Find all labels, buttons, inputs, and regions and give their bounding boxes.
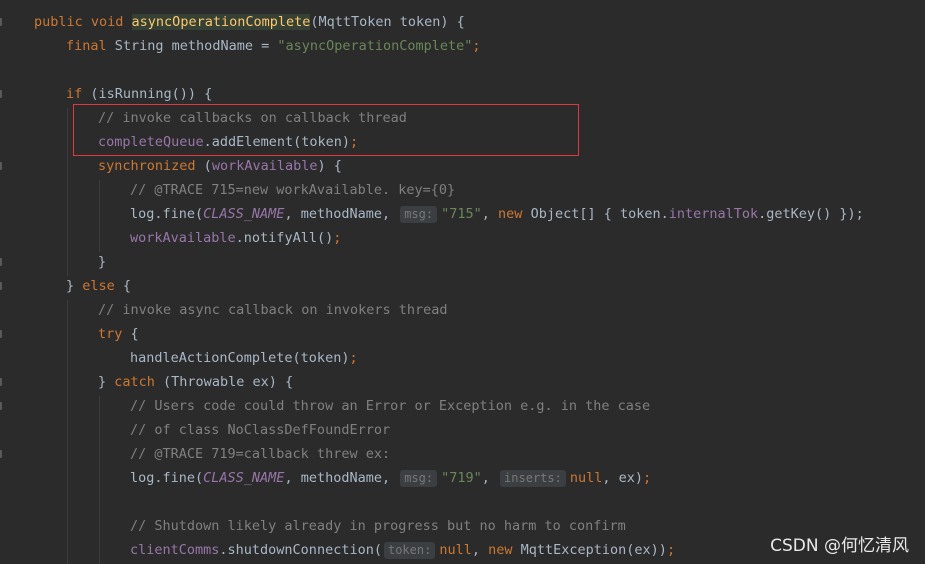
code-token: synchronized — [98, 158, 204, 174]
code-token: ; — [643, 470, 652, 486]
code-token: internalTok — [668, 206, 759, 222]
code-token: CLASS_NAME — [203, 470, 285, 486]
code-line[interactable]: // @TRACE 719=callback threw ex: — [130, 442, 390, 466]
code-token: catch — [114, 374, 164, 390]
code-token: CLASS_NAME — [203, 206, 285, 222]
code-token: (isRunning()) { — [90, 86, 213, 102]
code-token: , methodName, — [284, 470, 399, 486]
code-token: ) { — [317, 158, 342, 174]
code-token: null — [569, 470, 603, 486]
code-line[interactable]: public void asyncOperationComplete(MqttT… — [34, 10, 465, 34]
code-line[interactable]: } catch (Throwable ex) { — [98, 370, 293, 394]
code-token: { — [122, 278, 132, 294]
code-token: new — [498, 206, 531, 222]
code-token: , ex) — [602, 470, 643, 486]
code-token: ; — [666, 542, 676, 558]
code-token: final — [66, 38, 115, 54]
code-line[interactable]: handleActionComplete(token); — [130, 346, 358, 370]
code-line[interactable]: // Shutdown likely already in progress b… — [130, 514, 626, 538]
code-token: ; — [333, 230, 342, 246]
code-token: // @TRACE 719=callback threw ex: — [130, 446, 391, 462]
code-token: log.fine( — [130, 470, 204, 486]
code-line[interactable]: try { — [98, 322, 139, 346]
fold-marker-icon[interactable] — [0, 258, 2, 266]
code-token: asyncOperationComplete — [131, 14, 311, 30]
code-token: , — [481, 206, 499, 222]
code-line[interactable]: final String methodName = "asyncOperatio… — [66, 34, 481, 58]
code-token: .getKey() }); — [758, 206, 864, 222]
code-token: String methodName = — [114, 38, 278, 54]
code-token: (MqttToken token) { — [310, 14, 465, 30]
code-token: { — [130, 326, 139, 342]
code-line[interactable]: } else { — [66, 274, 131, 298]
code-token: // @TRACE 715=new workAvailable. key={0} — [130, 182, 456, 198]
code-token: "asyncOperationComplete" — [277, 38, 473, 54]
fold-marker-icon[interactable] — [0, 402, 2, 410]
fold-marker-icon[interactable] — [0, 378, 2, 386]
highlight-annotation-box — [73, 104, 579, 156]
code-line[interactable]: synchronized (workAvailable) { — [98, 154, 342, 178]
code-token: "719" — [441, 470, 482, 486]
code-line[interactable]: } — [98, 250, 106, 274]
code-token: ( — [203, 158, 212, 174]
code-line[interactable]: // invoke async callback on invokers thr… — [98, 298, 448, 322]
fold-marker-icon[interactable] — [0, 90, 2, 98]
code-token: log.fine( — [130, 206, 204, 222]
code-editor[interactable]: public void asyncOperationComplete(MqttT… — [30, 0, 925, 564]
code-token: // of class NoClassDefFoundError — [130, 422, 391, 438]
code-token: Object[] { token. — [530, 206, 669, 222]
code-token: , methodName, — [284, 206, 399, 222]
code-token: ; — [349, 350, 358, 366]
code-token: ; — [472, 38, 481, 54]
parameter-hint: msg: — [400, 206, 438, 223]
code-line[interactable]: // Users code could throw an Error or Ex… — [130, 394, 650, 418]
fold-marker-icon[interactable] — [0, 18, 2, 26]
indent-guide — [67, 108, 68, 276]
code-token: .notifyAll() — [235, 230, 334, 246]
indent-guide — [67, 300, 68, 564]
code-token: new — [488, 542, 521, 558]
code-token: clientComms — [130, 542, 220, 558]
code-token: if — [66, 86, 91, 102]
code-line[interactable]: log.fine(CLASS_NAME, methodName, msg: "71… — [130, 466, 651, 490]
code-token: , — [471, 542, 489, 558]
parameter-hint: inserts: — [500, 470, 566, 487]
code-token: workAvailable — [130, 230, 236, 246]
code-line[interactable]: clientComms.shutdownConnection(token: nul… — [130, 538, 675, 562]
code-token: handleActionComplete(token) — [130, 350, 350, 366]
code-line[interactable]: if (isRunning()) { — [66, 82, 212, 106]
parameter-hint: msg: — [400, 470, 438, 487]
code-line[interactable]: // of class NoClassDefFoundError — [130, 418, 390, 442]
code-token: } — [98, 374, 115, 390]
code-token: .shutdownConnection( — [219, 542, 382, 558]
fold-marker-icon[interactable] — [0, 330, 2, 338]
code-line[interactable]: workAvailable.notifyAll(); — [130, 226, 341, 250]
indent-guide — [99, 396, 100, 564]
code-token: null — [439, 542, 472, 558]
editor-gutter — [0, 0, 22, 564]
code-token: else — [82, 278, 123, 294]
code-token: "715" — [441, 206, 482, 222]
code-token: try — [98, 326, 131, 342]
code-line[interactable]: // @TRACE 715=new workAvailable. key={0} — [130, 178, 455, 202]
code-token: MqttException(ex)) — [520, 542, 667, 558]
indent-guide — [99, 180, 100, 252]
watermark: CSDN @何忆清风 — [770, 536, 909, 556]
code-line[interactable]: log.fine(CLASS_NAME, methodName, msg: "71… — [130, 202, 864, 226]
fold-marker-icon[interactable] — [0, 282, 2, 290]
fold-marker-icon[interactable] — [0, 162, 2, 170]
code-token: // Users code could throw an Error or Ex… — [130, 398, 651, 414]
code-token: // Shutdown likely already in progress b… — [130, 518, 626, 534]
code-token: (Throwable ex) { — [163, 374, 294, 390]
code-token: workAvailable — [211, 158, 318, 174]
code-token: public void — [34, 14, 132, 30]
code-token: , — [481, 470, 499, 486]
code-token: } — [66, 278, 83, 294]
code-token: } — [98, 254, 107, 270]
parameter-hint: token: — [383, 542, 436, 559]
code-token: // invoke async callback on invokers thr… — [98, 302, 448, 318]
fold-marker-icon[interactable] — [0, 450, 2, 458]
